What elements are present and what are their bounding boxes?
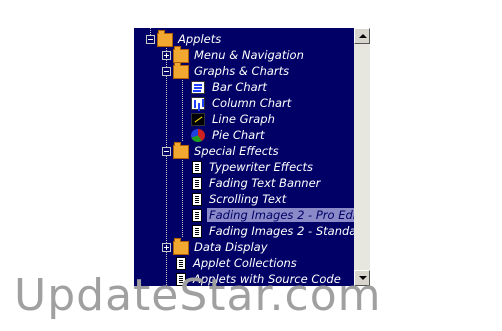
document-icon: [176, 256, 186, 270]
tree-item[interactable]: Applets: [146, 30, 223, 47]
folder-icon: [173, 238, 189, 255]
tree-item-label: Data Display: [194, 240, 268, 254]
bar-chart-icon: [191, 80, 205, 94]
collapse-icon[interactable]: [162, 146, 171, 156]
document-icon: [192, 176, 202, 190]
tree-item-label: Line Graph: [212, 112, 275, 126]
tree-item[interactable]: Fading Text Banner: [178, 175, 322, 191]
tree-item-label: Fading Images 2 - Pro Edi: [207, 208, 354, 222]
tree-item[interactable]: Scrolling Text: [178, 191, 288, 207]
open-folder-icon: [173, 142, 189, 159]
tree-item[interactable]: Fading Images 2 - Pro Edi: [178, 207, 354, 223]
document-icon: [192, 224, 202, 238]
expand-icon[interactable]: [162, 50, 171, 60]
tree-item[interactable]: Pie Chart: [178, 127, 266, 143]
tree-item-label: Column Chart: [212, 96, 292, 110]
column-chart-icon: [191, 96, 205, 110]
tree-item-label: Applets: [178, 32, 222, 46]
tree-item[interactable]: Menu & Navigation: [162, 46, 306, 63]
scroll-up-button[interactable]: [354, 28, 370, 44]
tree-view[interactable]: Applets Menu & Navigation Graphs & Charts B…: [134, 28, 354, 286]
folder-icon: [173, 46, 189, 63]
open-folder-icon: [157, 30, 173, 47]
pie-chart-icon: [191, 128, 205, 142]
tree-item[interactable]: Data Display: [162, 238, 270, 255]
collapse-icon[interactable]: [162, 66, 171, 76]
tree-item[interactable]: Special Effects: [162, 142, 281, 159]
tree-item-label: Special Effects: [194, 144, 279, 158]
expand-icon[interactable]: [162, 242, 171, 252]
tree-item[interactable]: Graphs & Charts: [162, 62, 291, 79]
tree-item-label: Applet Collections: [193, 256, 297, 270]
document-icon: [192, 192, 202, 206]
tree-item-label: Graphs & Charts: [194, 64, 290, 78]
tree-item[interactable]: Column Chart: [178, 95, 293, 111]
document-icon: [192, 208, 202, 222]
tree-item-label: Menu & Navigation: [194, 48, 304, 62]
tree-item-label: Pie Chart: [212, 128, 265, 142]
open-folder-icon: [173, 62, 189, 79]
tree-item[interactable]: Line Graph: [178, 111, 277, 127]
tree-item-label: Bar Chart: [212, 80, 267, 94]
tree-item-label: Fading Images 2 - Standa: [209, 224, 354, 238]
vertical-scrollbar[interactable]: [354, 28, 370, 286]
tree-item-label: Fading Text Banner: [209, 176, 321, 190]
tree-item[interactable]: Bar Chart: [178, 79, 269, 95]
watermark: UpdateStar.com: [14, 270, 382, 321]
document-icon: [192, 160, 202, 174]
line-graph-icon: [191, 112, 205, 126]
tree-item-label: Scrolling Text: [209, 192, 287, 206]
collapse-icon[interactable]: [146, 34, 155, 44]
tree-item[interactable]: Typewriter Effects: [178, 159, 315, 175]
tree-item[interactable]: Applet Collections: [162, 255, 299, 271]
tree-item[interactable]: Fading Images 2 - Standa: [178, 223, 354, 239]
tree-item-label: Typewriter Effects: [209, 160, 313, 174]
